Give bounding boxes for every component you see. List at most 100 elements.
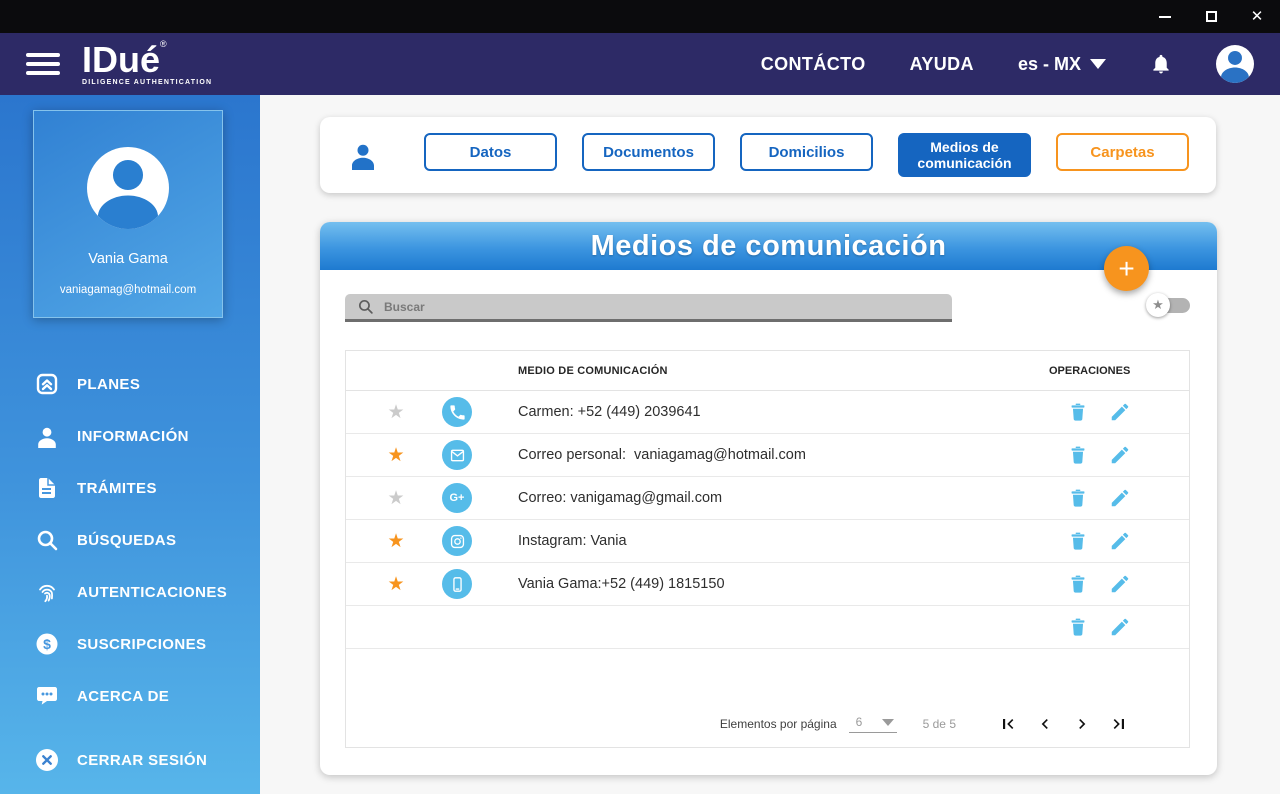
operations-cell <box>1049 530 1189 552</box>
communication-panel: Medios de comunicación + ★ MEDIO DE COMU <box>320 222 1217 775</box>
pagination: Elementos por página 6 5 de 5 <box>346 701 1189 747</box>
first-page-button[interactable] <box>998 714 1018 734</box>
close-icon: ✕ <box>1250 8 1264 25</box>
operations-cell <box>1049 487 1189 509</box>
navbar-right: CONTÁCTO AYUDA es - MX <box>761 45 1254 83</box>
google-plus-icon: G+ <box>442 483 472 513</box>
favorite-star-icon[interactable]: ★ <box>387 489 404 508</box>
next-page-button[interactable] <box>1072 714 1092 734</box>
pencil-icon <box>1109 403 1131 426</box>
previous-page-button[interactable] <box>1035 714 1055 734</box>
star-icon: ★ <box>1146 293 1170 317</box>
search-icon <box>35 528 59 552</box>
sidebar-item-label: CERRAR SESIÓN <box>77 751 208 769</box>
edit-button[interactable] <box>1109 573 1131 595</box>
table-rows: ★ Carmen: +52 (449) 2039641 ★ Correo person… <box>346 391 1189 649</box>
minimize-icon <box>1159 15 1171 18</box>
edit-button[interactable] <box>1109 487 1131 509</box>
edit-button[interactable] <box>1109 530 1131 552</box>
delete-button[interactable] <box>1067 616 1089 638</box>
favorite-star-icon[interactable]: ★ <box>387 575 404 594</box>
favorite-star-icon[interactable]: ★ <box>387 532 404 551</box>
registered-mark: ® <box>160 39 167 49</box>
titlebar: ✕ <box>0 0 1280 33</box>
star-cell: ★ <box>366 532 426 551</box>
delete-button[interactable] <box>1067 487 1089 509</box>
edit-button[interactable] <box>1109 401 1131 423</box>
type-cell <box>426 440 488 470</box>
notifications-bell-icon[interactable] <box>1150 53 1172 75</box>
sidebar-item-acerca-de[interactable]: ACERCA DE <box>0 670 260 722</box>
nav-link-help[interactable]: AYUDA <box>910 54 974 75</box>
logout-icon <box>35 748 59 772</box>
panel-title: Medios de comunicación <box>590 229 947 262</box>
search-input[interactable] <box>384 299 940 314</box>
delete-button[interactable] <box>1067 573 1089 595</box>
nav-link-contact[interactable]: CONTÁCTO <box>761 54 866 75</box>
main-content: Datos Documentos Domicilios Medios de comun… <box>260 95 1280 794</box>
sidebar-item-label: PLANES <box>77 375 141 393</box>
maximize-button[interactable] <box>1188 0 1234 33</box>
chevron-down-icon <box>881 718 894 726</box>
fingerprint-icon <box>35 580 59 604</box>
sidebar-item-suscripciones[interactable]: $ SUSCRIPCIONES <box>0 618 260 670</box>
phone-icon <box>442 397 472 427</box>
tab-medios-de-comunicacion[interactable]: Medios de comunicación <box>898 133 1031 177</box>
star-cell: ★ <box>366 489 426 508</box>
delete-button[interactable] <box>1067 444 1089 466</box>
medium-text: Carmen: +52 (449) 2039641 <box>518 404 701 420</box>
pencil-icon <box>1109 446 1131 469</box>
sidebar-item-label: AUTENTICACIONES <box>77 583 228 601</box>
add-button[interactable]: + <box>1104 246 1149 291</box>
language-selector[interactable]: es - MX <box>1018 54 1106 75</box>
profile-avatar <box>87 147 169 229</box>
operations-cell <box>1049 444 1189 466</box>
avatar[interactable] <box>1216 45 1254 83</box>
sidebar-item-cerrar-sesion[interactable]: CERRAR SESIÓN <box>0 734 260 786</box>
tab-domicilios[interactable]: Domicilios <box>740 133 873 171</box>
tab-carpetas[interactable]: Carpetas <box>1056 133 1189 171</box>
favorites-filter-toggle[interactable]: ★ <box>1146 293 1190 317</box>
app-body: Vania Gama vaniagamag@hotmail.com PLANES… <box>0 95 1280 794</box>
tab-datos[interactable]: Datos <box>424 133 557 171</box>
sidebar-item-planes[interactable]: PLANES <box>0 358 260 410</box>
edit-button[interactable] <box>1109 444 1131 466</box>
last-page-button[interactable] <box>1109 714 1129 734</box>
table-row: ★ Correo personal: vaniagamag@hotmail.com <box>346 434 1189 477</box>
pencil-icon <box>1109 489 1131 512</box>
delete-button[interactable] <box>1067 530 1089 552</box>
sidebar-item-tramites[interactable]: TRÁMITES <box>0 462 260 514</box>
page-size-select[interactable]: 6 <box>848 715 897 733</box>
sidebar-item-label: INFORMACIÓN <box>77 427 189 445</box>
sidebar-item-informacion[interactable]: INFORMACIÓN <box>0 410 260 462</box>
sidebar-item-label: BÚSQUEDAS <box>77 531 177 549</box>
hamburger-menu-icon[interactable] <box>26 53 60 75</box>
minimize-button[interactable] <box>1142 0 1188 33</box>
column-header-operaciones: OPERACIONES <box>1049 364 1131 377</box>
close-button[interactable]: ✕ <box>1234 0 1280 33</box>
tab-documentos[interactable]: Documentos <box>582 133 715 171</box>
favorite-star-icon[interactable]: ★ <box>387 403 404 422</box>
type-cell: G+ <box>426 483 488 513</box>
delete-button[interactable] <box>1067 401 1089 423</box>
panel-header: Medios de comunicación <box>320 222 1217 270</box>
operations-cell <box>1049 616 1189 638</box>
pagination-nav <box>998 714 1129 734</box>
edit-button[interactable] <box>1109 616 1131 638</box>
favorite-star-icon[interactable]: ★ <box>387 446 404 465</box>
table-header-row: MEDIO DE COMUNICACIÓN OPERACIONES <box>346 351 1189 391</box>
instagram-icon <box>442 526 472 556</box>
star-cell: ★ <box>366 403 426 422</box>
type-cell <box>426 569 488 599</box>
mobile-icon <box>442 569 472 599</box>
star-cell: ★ <box>366 575 426 594</box>
type-cell <box>426 526 488 556</box>
sidebar-item-autenticaciones[interactable]: AUTENTICACIONES <box>0 566 260 618</box>
sidebar-item-busquedas[interactable]: BÚSQUEDAS <box>0 514 260 566</box>
profile-email: vaniagamag@hotmail.com <box>59 284 197 296</box>
sidebar-item-label: ACERCA DE <box>77 687 170 705</box>
trash-icon <box>1067 575 1089 598</box>
table-row: ★ G+ Correo: vanigamag@gmail.com <box>346 477 1189 520</box>
dollar-icon: $ <box>35 632 59 656</box>
operations-cell <box>1049 573 1189 595</box>
